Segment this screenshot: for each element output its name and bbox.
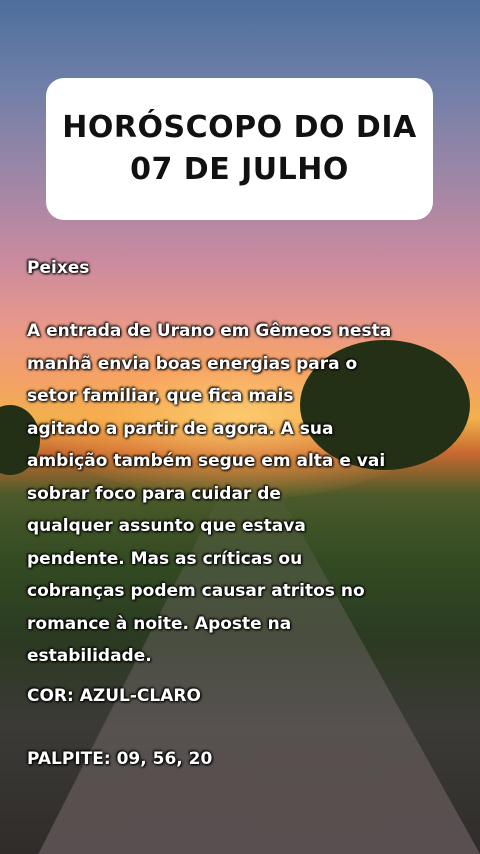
lucky-color: COR: AZUL-CLARO [27, 686, 201, 706]
title-card: HORÓSCOPO DO DIA 07 DE JULHO [46, 78, 433, 220]
title-line-1: HORÓSCOPO DO DIA [62, 110, 417, 145]
horoscope-line: cobranças podem causar atritos no [27, 581, 365, 601]
horoscope-line: ambição também segue em alta e vai [27, 451, 386, 471]
horoscope-text: A entrada de Urano em Gêmeos nesta manhã… [27, 315, 457, 673]
horoscope-line: manhã envia boas energias para o [27, 353, 358, 374]
horoscope-line: qualquer assunto que estava [27, 516, 306, 536]
zodiac-sign: Peixes [27, 258, 90, 278]
horoscope-line: pendente. Mas as críticas ou [27, 548, 303, 569]
title-line-2: 07 DE JULHO [130, 152, 349, 187]
horoscope-line: estabilidade. [27, 646, 152, 666]
horoscope-line: romance à noite. Aposte na [27, 613, 292, 634]
horoscope-line: agitado a partir de agora. A sua [27, 418, 334, 439]
horoscope-line: A entrada de Urano em Gêmeos nesta [27, 321, 392, 341]
horoscope-line: sobrar foco para cuidar de [27, 483, 281, 504]
horoscope-line: setor familiar, que fica mais [27, 386, 294, 406]
lucky-numbers: PALPITE: 09, 56, 20 [27, 749, 213, 769]
